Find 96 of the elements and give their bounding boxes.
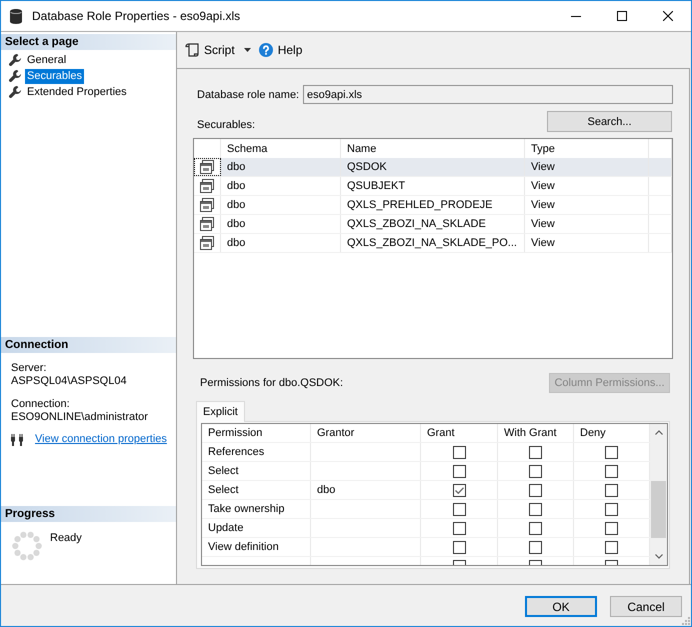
checkbox[interactable] (605, 484, 618, 496)
table-cell: dbo (221, 234, 341, 252)
resize-grip-icon (682, 617, 690, 625)
scroll-icon (185, 43, 199, 57)
window-icon (200, 198, 214, 212)
field-label: Server: (11, 362, 46, 375)
wrench-icon (9, 70, 21, 82)
column-header: With Grant (498, 424, 574, 442)
maximize-icon (617, 11, 627, 21)
plug-icon (11, 434, 23, 446)
checkbox[interactable] (452, 446, 466, 458)
search-button[interactable]: Search... (547, 111, 672, 132)
checkbox[interactable] (605, 522, 618, 534)
progress-status: Ready (50, 532, 82, 545)
wrench-icon (9, 86, 21, 98)
checkbox[interactable] (529, 540, 542, 554)
securable-row[interactable]: dbo QXLS_ZBOZI_NA_SKLADE_PO... View (194, 234, 672, 253)
checkbox[interactable] (529, 522, 542, 534)
window-icon (200, 160, 214, 174)
window-icon (200, 236, 214, 250)
table-cell: dbo (221, 215, 341, 233)
securable-row[interactable]: dbo QXLS_PREHLED_PRODEJE View (194, 196, 672, 215)
database-icon (10, 8, 22, 24)
script-button[interactable]: Script (185, 43, 251, 57)
section-header: Connection (1, 337, 176, 353)
checkbox[interactable] (605, 446, 618, 458)
checkbox[interactable] (529, 560, 542, 565)
scrollbar-thumb[interactable] (651, 481, 666, 538)
checkbox[interactable] (452, 464, 466, 478)
table-cell: Update (202, 519, 311, 537)
table-cell: QXLS_ZBOZI_NA_SKLADE (341, 215, 525, 233)
section-header: Select a page (1, 34, 176, 50)
checkbox[interactable] (605, 464, 618, 478)
page-item[interactable]: Securables (25, 68, 84, 84)
page-item[interactable]: Extended Properties (25, 84, 129, 100)
checkbox[interactable] (452, 560, 466, 565)
column-header: Grantor (311, 424, 421, 442)
field-label: Database role name: (197, 88, 300, 100)
checkbox[interactable] (529, 484, 542, 496)
checkbox[interactable] (529, 446, 542, 458)
table-cell: References (202, 443, 311, 461)
table-cell: View definition (202, 538, 311, 556)
checkbox[interactable] (605, 560, 618, 565)
caret-icon (244, 48, 251, 52)
checkbox[interactable] (452, 484, 466, 496)
field-value: ESO9ONLINE\administrator (11, 411, 148, 424)
table-cell: dbo (221, 196, 341, 214)
table-cell: View (525, 158, 649, 176)
checkmark-icon (454, 486, 464, 494)
table-cell: QXLS_PREHLED_PRODEJE (341, 196, 525, 214)
role-name-field[interactable]: eso9api.xls (303, 85, 673, 104)
wrench-icon (9, 54, 21, 66)
table-cell: QXLS_ZBOZI_NA_SKLADE_PO... (341, 234, 525, 252)
help-icon (258, 43, 273, 57)
checkbox[interactable] (529, 502, 542, 516)
securable-row[interactable]: dbo QSUBJEKT View (194, 177, 672, 196)
table-cell: View (525, 234, 649, 252)
window-title: Database Role Properties - eso9api.xls (32, 9, 240, 23)
page-item[interactable]: General (25, 52, 68, 68)
connection-properties-link[interactable]: View connection properties (35, 433, 167, 446)
field-value: ASPSQL04\ASPSQL04 (11, 375, 127, 388)
checkbox[interactable] (452, 522, 466, 534)
section-header: Progress (1, 506, 176, 522)
table-cell: View (525, 196, 649, 214)
section-label: Securables: (197, 119, 256, 132)
window-icon (200, 217, 214, 231)
table-cell: dbo (221, 177, 341, 195)
table-cell: QSUBJEKT (341, 177, 525, 195)
securable-row[interactable]: dbo QSDOK View (194, 158, 672, 177)
column-header: Grant (421, 424, 498, 442)
table-cell: Take ownership (202, 500, 311, 518)
chevron-down-icon (654, 554, 662, 559)
window-icon (200, 179, 214, 193)
table-cell: Select (202, 462, 311, 480)
spinner-icon (12, 531, 42, 561)
table-cell: View (525, 215, 649, 233)
table-cell: View (525, 177, 649, 195)
section-label: Permissions for dbo.QSDOK: (200, 377, 344, 389)
checkbox[interactable] (529, 464, 542, 478)
close-icon (663, 11, 673, 21)
checkbox[interactable] (452, 540, 466, 554)
table-cell: Select (202, 481, 311, 499)
field-label: Connection: (11, 398, 70, 411)
column-header: Permission (202, 424, 311, 442)
help-button[interactable]: Help (258, 43, 302, 57)
securable-row[interactable]: dbo QXLS_ZBOZI_NA_SKLADE View (194, 215, 672, 234)
table-cell: dbo (311, 481, 421, 499)
chevron-up-icon (654, 430, 662, 435)
dialog-button[interactable]: OK (525, 596, 597, 617)
tab[interactable]: Explicit (196, 401, 245, 422)
checkbox[interactable] (605, 540, 618, 554)
dialog-button[interactable]: Cancel (610, 596, 682, 617)
table-cell: QSDOK (341, 158, 525, 176)
table-cell: dbo (221, 158, 341, 176)
checkbox[interactable] (605, 502, 618, 516)
checkbox[interactable] (452, 502, 466, 516)
